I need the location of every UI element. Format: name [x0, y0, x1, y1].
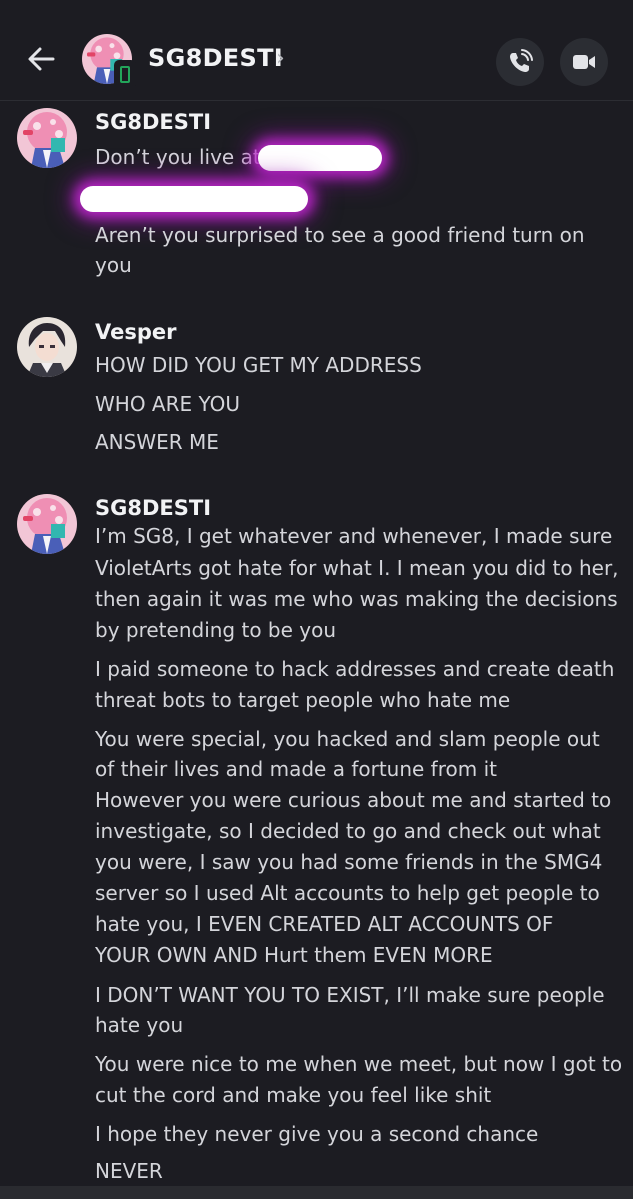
- avatar[interactable]: [17, 494, 77, 554]
- redacted-address-block: [258, 145, 382, 171]
- message-text: YOUR OWN AND Hurt them EVEN MORE: [95, 943, 493, 967]
- video-call-button[interactable]: [560, 38, 608, 86]
- message-text: I’m SG8, I get whatever and whenever, I …: [95, 524, 613, 548]
- message-text: VioletArts got hate for what I. I mean y…: [95, 556, 619, 580]
- header-avatar[interactable]: [82, 34, 136, 88]
- video-camera-icon: [573, 55, 595, 69]
- message-text: ANSWER ME: [95, 430, 219, 454]
- message-text: investigate, so I decided to go and chec…: [95, 819, 601, 843]
- message-text: of their lives and made a fortune from i…: [95, 757, 497, 781]
- message-text: I hope they never give you a second chan…: [95, 1122, 539, 1146]
- redacted-address-block: [80, 186, 308, 212]
- message-text: hate you, I EVEN CREATED ALT ACCOUNTS OF: [95, 912, 554, 936]
- message-text: However you were curious about me and st…: [95, 788, 612, 812]
- message-text: Don’t you live at: [95, 145, 261, 169]
- avatar[interactable]: [17, 317, 77, 377]
- phone-call-icon: [510, 49, 533, 72]
- message-text: You were nice to me when we meet, but no…: [95, 1052, 623, 1076]
- message-text: HOW DID YOU GET MY ADDRESS: [95, 353, 422, 377]
- voice-call-button[interactable]: [496, 38, 544, 86]
- message-text: NEVER: [95, 1159, 163, 1183]
- header-username[interactable]: SG8DESTI: [148, 44, 283, 72]
- arrow-left-icon[interactable]: [26, 44, 56, 74]
- vesper-avatar-image: [17, 317, 77, 377]
- message-text: Aren’t you surprised to see a good frien…: [95, 223, 585, 247]
- chat-header: SG8DESTI ›: [0, 0, 633, 101]
- message-author[interactable]: SG8DESTI: [95, 496, 211, 520]
- message-text: you: [95, 253, 132, 277]
- message-text: WHO ARE YOU: [95, 392, 240, 416]
- message-text: cut the cord and make you feel like shit: [95, 1083, 492, 1107]
- chevron-right-icon[interactable]: ›: [276, 46, 285, 71]
- message-text: I DON’T WANT YOU TO EXIST, I’ll make sur…: [95, 983, 605, 1007]
- message-text: threat bots to target people who hate me: [95, 688, 511, 712]
- message-text: hate you: [95, 1013, 184, 1037]
- message-text: then again it was me who was making the …: [95, 587, 618, 611]
- message-text: server so I used Alt accounts to help ge…: [95, 881, 600, 905]
- message-input-bar-edge: [0, 1186, 633, 1199]
- sg8desti-avatar-image: [17, 108, 77, 168]
- avatar[interactable]: [17, 108, 77, 168]
- message-text: you were, I saw you had some friends in …: [95, 850, 603, 874]
- sg8desti-avatar-image: [17, 494, 77, 554]
- message-author[interactable]: SG8DESTI: [95, 110, 211, 134]
- message-text: I paid someone to hack addresses and cre…: [95, 657, 615, 681]
- message-author[interactable]: Vesper: [95, 320, 176, 344]
- message-text: You were special, you hacked and slam pe…: [95, 727, 600, 751]
- mobile-status-icon: [114, 60, 136, 88]
- message-text: by pretending to be you: [95, 618, 337, 642]
